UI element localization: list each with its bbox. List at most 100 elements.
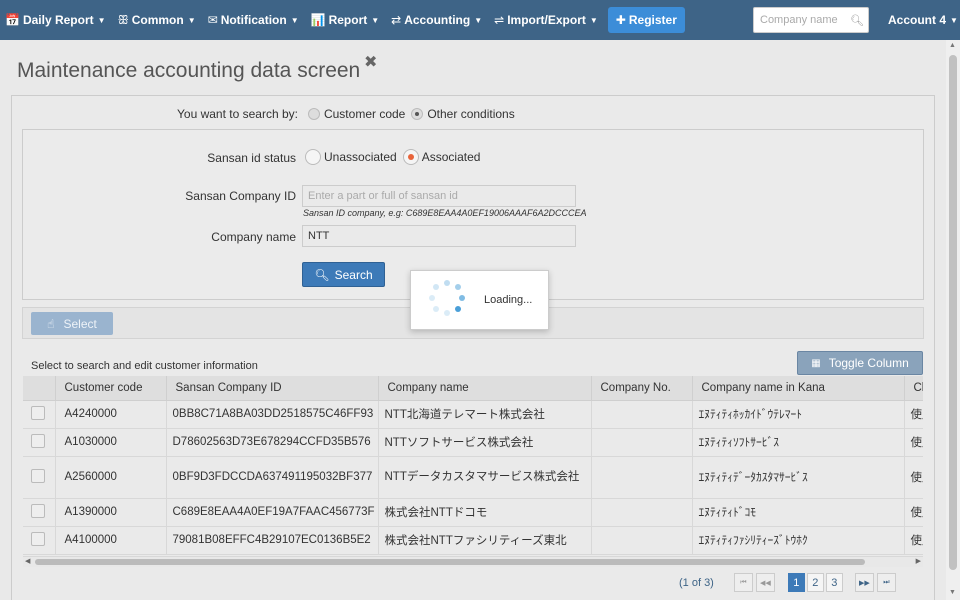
row-checkbox[interactable] — [31, 503, 45, 518]
select-button[interactable]: ☝ Select — [31, 312, 113, 335]
search-by-label: You want to search by: — [177, 107, 298, 121]
close-icon[interactable]: ✖ — [364, 52, 377, 72]
cell-client: 使用 — [904, 526, 923, 555]
radio-unassociated-label: Unassociated — [324, 150, 397, 164]
last-page-button[interactable]: ⏭ — [876, 573, 896, 592]
cell-company-name: NTT北海道テレマート株式会社 — [378, 400, 592, 429]
table-row[interactable]: A2560000 0BF9D3FDCCDA637491195032BF377 N… — [23, 456, 923, 499]
caret-down-icon: ▼ — [950, 15, 958, 25]
table-row[interactable]: A1390000 C689E8EAA4A0EF19A7FAAC456773F 株… — [23, 498, 923, 527]
nav-import-export[interactable]: ⇌ Import/Export ▼ — [488, 0, 604, 40]
nav-notification-label: Notification — [220, 13, 287, 27]
table-row[interactable]: A4100000 79081B08EFFC4B29107EC0136B5E2 株… — [23, 526, 923, 555]
cell-client: 使用 — [904, 400, 923, 429]
scroll-down-icon[interactable]: ▼ — [949, 589, 956, 596]
company-search-box: 🔍︎ — [753, 7, 869, 33]
loading-spinner-icon — [427, 280, 467, 320]
column-header-client[interactable]: Clie — [904, 376, 923, 401]
account-menu[interactable]: Account 4 ▼ — [882, 0, 960, 40]
company-search-input[interactable] — [760, 14, 850, 26]
radio-other-conditions[interactable]: Other conditions — [411, 107, 515, 121]
nav-daily-report-label: Daily Report — [22, 13, 94, 27]
cell-sansan-id: 0BB8C71A8BA03DD2518575C46FF93 — [166, 400, 379, 429]
nav-report[interactable]: 📊 Report ▼ — [305, 0, 386, 40]
nav-daily-report[interactable]: 📅 Daily Report ▼ — [0, 0, 112, 40]
register-button[interactable]: ✚ Register — [607, 7, 685, 33]
column-header-company-no[interactable]: Company No. — [591, 376, 693, 401]
nav-accounting[interactable]: ⇄ Accounting ▼ — [385, 0, 488, 40]
cell-company-name: 株式会社NTTドコモ — [378, 498, 592, 527]
nav-common-label: Common — [131, 13, 184, 27]
hand-pointer-icon: ☝ — [47, 316, 55, 331]
select-button-label: Select — [63, 316, 97, 331]
cell-sansan-id: C689E8EAA4A0EF19A7FAAC456773F — [166, 498, 379, 527]
page-3-button[interactable]: 3 — [825, 573, 843, 592]
users-icon: ꕥ — [117, 12, 129, 27]
row-checkbox[interactable] — [31, 531, 45, 546]
cell-client: 使用 — [904, 428, 923, 457]
cell-client: 使用 — [904, 498, 923, 527]
account-label: Account 4 — [888, 13, 947, 27]
scrollbar-thumb[interactable] — [35, 559, 865, 565]
caret-down-icon: ▼ — [474, 15, 483, 25]
radio-customer-code[interactable]: Customer code — [307, 107, 406, 121]
radio-customer-code-label: Customer code — [323, 107, 406, 121]
company-name-input[interactable] — [302, 225, 576, 247]
radio-unassociated[interactable]: Unassociated — [305, 149, 397, 165]
nav-common[interactable]: ꕥ Common ▼ — [112, 0, 202, 40]
cell-company-no — [591, 526, 693, 555]
table-caption: Select to search and edit customer infor… — [31, 360, 258, 372]
cell-sansan-id: 0BF9D3FDCCDA637491195032BF377 — [166, 456, 379, 499]
results-table: Customer code Sansan Company ID Company … — [23, 376, 923, 555]
row-checkbox-cell — [23, 428, 56, 457]
row-checkbox[interactable] — [31, 468, 45, 483]
cell-client: 使用 — [904, 456, 923, 499]
column-header-customer-code[interactable]: Customer code — [55, 376, 167, 401]
envelope-icon: ✉ — [207, 13, 218, 27]
first-page-button[interactable]: ⏮ — [733, 573, 753, 592]
radio-button-checked[interactable] — [411, 108, 424, 120]
loading-text: Loading... — [484, 294, 533, 306]
row-checkbox-cell — [23, 498, 56, 527]
pagination: (1 of 3) ⏮ ◀◀ 1 2 3 ▶▶ ⏭ — [679, 573, 899, 592]
scrollbar-thumb[interactable] — [949, 55, 957, 570]
column-header-sansan-id[interactable]: Sansan Company ID — [166, 376, 379, 401]
radio-other-conditions-label: Other conditions — [427, 107, 515, 121]
caret-down-icon: ▼ — [97, 15, 106, 25]
table-horizontal-scrollbar[interactable]: ◀ ▶ — [23, 556, 923, 567]
row-checkbox-cell — [23, 526, 56, 555]
nav-notification[interactable]: ✉ Notification ▼ — [202, 0, 305, 40]
page-info: (1 of 3) — [679, 576, 714, 589]
search-icon[interactable]: 🔍︎ — [850, 14, 864, 27]
previous-page-button[interactable]: ◀◀ — [755, 573, 775, 592]
cell-company-no — [591, 456, 693, 499]
radio-button[interactable] — [305, 149, 321, 165]
scroll-up-icon[interactable]: ▲ — [949, 42, 956, 49]
radio-associated-label: Associated — [421, 150, 481, 164]
toggle-column-button[interactable]: ▦ Toggle Column — [797, 351, 923, 375]
cell-company-name: NTTソフトサービス株式会社 — [378, 428, 592, 457]
cell-company-name: 株式会社NTTファシリティーズ東北 — [378, 526, 592, 555]
search-button[interactable]: 🔍︎ Search — [302, 262, 385, 287]
page-1-button[interactable]: 1 — [787, 573, 805, 592]
scroll-left-icon[interactable]: ◀ — [25, 557, 30, 565]
column-header-company-name[interactable]: Company name — [378, 376, 592, 401]
radio-button[interactable] — [307, 108, 320, 120]
sansan-id-input[interactable] — [302, 185, 576, 207]
radio-button-checked[interactable] — [402, 149, 419, 165]
cell-customer-code: A4100000 — [55, 526, 167, 555]
table-row[interactable]: A4240000 0BB8C71A8BA03DD2518575C46FF93 N… — [23, 400, 923, 429]
next-page-button[interactable]: ▶▶ — [854, 573, 874, 592]
scroll-right-icon[interactable]: ▶ — [916, 557, 921, 565]
page-vertical-scrollbar[interactable]: ▲ ▼ — [946, 40, 960, 600]
cell-sansan-id: D78602563D73E678294CCFD35B576 — [166, 428, 379, 457]
row-checkbox[interactable] — [31, 405, 45, 420]
radio-associated[interactable]: Associated — [402, 149, 481, 165]
page-2-button[interactable]: 2 — [806, 573, 824, 592]
table-row[interactable]: A1030000 D78602563D73E678294CCFD35B576 N… — [23, 428, 923, 457]
column-header-company-kana[interactable]: Company name in Kana — [692, 376, 905, 401]
row-checkbox[interactable] — [31, 433, 45, 448]
top-navbar: 📅 Daily Report ▼ ꕥ Common ▼ ✉ Notificati… — [0, 0, 960, 40]
cell-customer-code: A1390000 — [55, 498, 167, 527]
cell-company-kana: ｴﾇﾃｨﾃｨﾄﾞｺﾓ — [692, 498, 905, 527]
